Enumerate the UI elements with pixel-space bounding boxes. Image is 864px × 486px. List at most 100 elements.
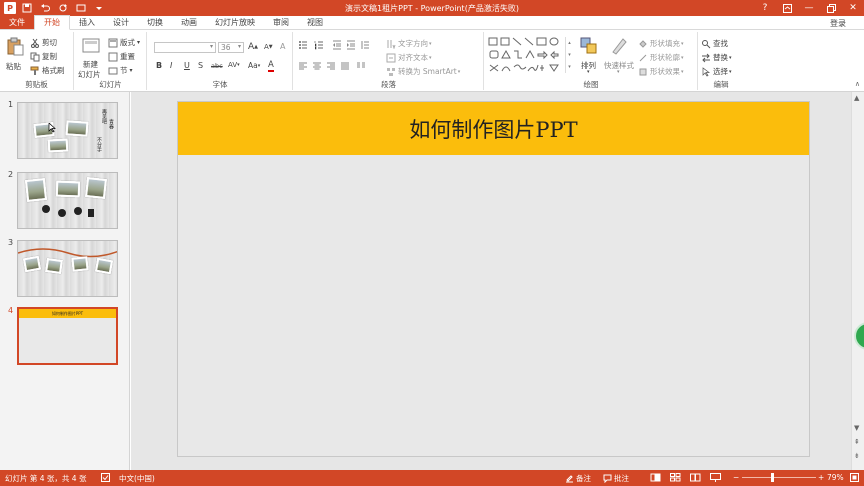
slideshow-view-icon[interactable] [710,473,721,482]
reset-button[interactable]: 重置 [108,51,135,62]
font-group: ▾ 36 ▾ A ▲ A ▼ A B I U S abc AV ▾ Aa ▾ A 字体 [148,32,293,90]
shape-outline-button[interactable]: 形状轮廓 ▾ [638,52,684,63]
text-direction-label: 文字方向 [398,39,428,48]
customize-qat-icon[interactable] [92,1,106,15]
decrease-indent-button[interactable] [332,40,344,50]
justify-button[interactable] [340,61,352,71]
scroll-up-icon[interactable]: ▲ [854,94,859,102]
increase-indent-button[interactable] [346,40,358,50]
login-link[interactable]: 登录 [830,18,846,29]
font-color-button[interactable]: A [268,60,274,72]
reset-icon [108,52,118,61]
scroll-down-icon[interactable]: ▼ [854,424,859,432]
save-icon[interactable] [20,1,34,15]
font-size-select[interactable]: 36 ▾ [218,42,244,53]
align-text-button[interactable]: 对齐文本 ▾ [386,52,432,63]
grow-font-button[interactable]: A ▲ [248,42,258,52]
slide-thumbnail-3[interactable] [17,240,118,297]
reading-view-icon[interactable] [690,473,701,482]
tab-insert[interactable]: 插入 [70,15,104,29]
shape-effects-button[interactable]: 形状效果 ▾ [638,66,684,77]
zoom-level[interactable]: 79% [827,473,844,482]
slide-sorter-icon[interactable] [670,473,681,482]
close-button[interactable]: ✕ [842,0,864,16]
normal-view-icon[interactable] [650,473,661,482]
tab-file[interactable]: 文件 [0,15,34,29]
character-spacing-button[interactable]: AV ▾ [228,61,240,69]
zoom-in-button[interactable]: + [818,473,824,482]
find-button[interactable]: 查找 [701,38,728,49]
slide-thumbnail-2[interactable] [17,172,118,229]
shape-effects-label: 形状效果 [650,67,680,76]
previous-slide-icon[interactable]: ⇞ [854,438,860,446]
layout-button[interactable]: 版式 ▾ [108,37,140,48]
bold-button[interactable]: B [156,61,162,70]
restore-button[interactable] [820,0,842,16]
underline-button[interactable]: U [184,61,190,70]
zoom-out-button[interactable]: − [733,473,739,482]
notes-button[interactable]: 备注 [565,473,591,484]
select-button[interactable]: 选择 ▾ [701,66,732,77]
vertical-scrollbar[interactable]: ▲ ▼ ⇞ ⇟ [851,92,864,470]
zoom-slider[interactable] [742,477,816,478]
tab-slideshow[interactable]: 幻灯片放映 [206,15,264,29]
format-painter-button[interactable]: 格式刷 [30,65,65,76]
change-case-button[interactable]: Aa ▾ [248,61,260,70]
quick-styles-button[interactable]: 快速样式 ▾ [602,36,636,76]
arrange-button[interactable]: 排列 ▾ [578,36,600,76]
slide-thumbnail-4[interactable]: 如何制作图片PPT [17,307,118,365]
slide-title[interactable]: 如何制作图片PPT [409,114,577,144]
comments-button[interactable]: 批注 [603,473,629,484]
powerpoint-app-icon[interactable]: P [4,2,16,14]
start-slideshow-icon[interactable] [74,1,88,15]
paste-button[interactable]: 粘贴 [4,34,26,74]
next-slide-icon[interactable]: ⇟ [854,452,860,460]
copy-button[interactable]: 复制 [30,51,57,62]
text-shadow-button[interactable]: S [198,61,203,70]
section-button[interactable]: 节 ▾ [108,65,133,76]
text-direction-button[interactable]: 文字方向 ▾ [386,38,432,49]
fit-slide-icon[interactable] [850,473,859,482]
thumbnail-photo [47,138,69,153]
slide-number: 1 [8,100,14,109]
columns-button[interactable] [356,61,368,71]
shape-fill-button[interactable]: 形状填充 ▾ [638,38,684,49]
collapse-ribbon-icon[interactable]: ∧ [855,80,860,88]
help-button[interactable]: ? [754,0,776,16]
zoom-slider-thumb[interactable] [771,473,774,482]
align-left-button[interactable] [298,61,310,71]
slide-thumbnail-1[interactable]: 再见吧 青春 不分手 [17,102,118,159]
shapes-gallery[interactable] [488,37,568,73]
spellcheck-icon[interactable] [101,473,110,482]
tab-view[interactable]: 视图 [298,15,332,29]
clear-format-button[interactable]: A [280,42,285,51]
bullets-button[interactable] [298,40,310,50]
shrink-font-button[interactable]: A ▼ [264,43,273,51]
line-spacing-button[interactable] [360,40,372,50]
tab-review[interactable]: 审阅 [264,15,298,29]
replace-button[interactable]: 替换 ▾ [701,52,732,63]
paragraph-group-label: 段落 [381,80,396,89]
strikethrough-button[interactable]: abc [211,62,223,70]
numbering-button[interactable] [314,40,326,50]
language-indicator[interactable]: 中文(中国) [119,473,155,484]
convert-smartart-button[interactable]: 转换为 SmartArt ▾ [386,66,460,77]
tab-home[interactable]: 开始 [34,15,70,30]
title-bar: P 演示文稿1租片PPT - PowerPoint(产品激活失败) ? — ✕ [0,0,864,16]
new-slide-button[interactable]: 新建 幻灯片 [78,34,104,79]
redo-icon[interactable] [56,1,70,15]
italic-button[interactable]: I [170,61,172,70]
cut-button[interactable]: 剪切 [30,37,57,48]
align-right-icon [327,62,335,70]
minimize-button[interactable]: — [798,0,820,16]
shapes-scroll[interactable]: ▴ ▾ ▾ [565,37,573,73]
current-slide[interactable]: 如何制作图片PPT [177,101,810,457]
tab-transitions[interactable]: 切换 [138,15,172,29]
font-name-select[interactable]: ▾ [154,42,216,53]
align-center-button[interactable] [312,61,324,71]
tab-animations[interactable]: 动画 [172,15,206,29]
ribbon-display-options-button[interactable] [776,0,798,16]
tab-design[interactable]: 设计 [104,15,138,29]
undo-icon[interactable] [38,1,52,15]
align-right-button[interactable] [326,61,338,71]
